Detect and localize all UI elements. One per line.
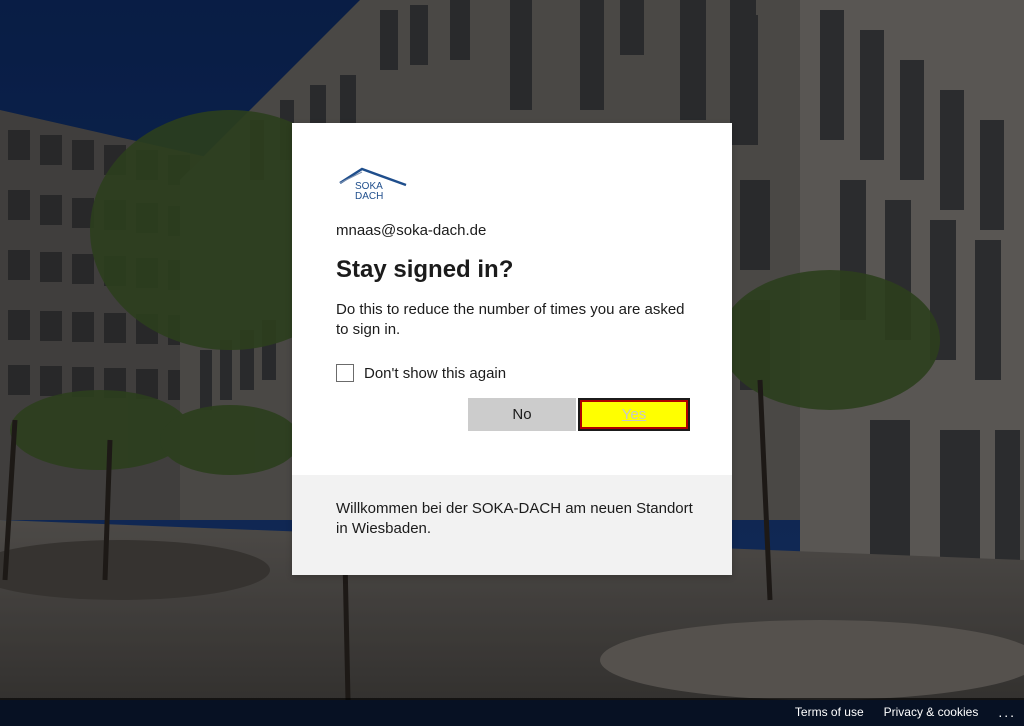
dont-show-again-label[interactable]: Don't show this again bbox=[364, 365, 506, 382]
privacy-cookies-link[interactable]: Privacy & cookies bbox=[884, 705, 979, 719]
yes-button[interactable]: Yes bbox=[578, 398, 690, 431]
terms-of-use-link[interactable]: Terms of use bbox=[795, 705, 864, 719]
bottom-links: Terms of use Privacy & cookies ... bbox=[795, 698, 1024, 726]
soka-dach-logo: SOKA DACH bbox=[338, 167, 410, 203]
no-button[interactable]: No bbox=[468, 398, 576, 431]
more-options-icon[interactable]: ... bbox=[998, 698, 1016, 726]
sign-in-dialog: SOKA DACH mnaas@soka-dach.de Stay signed… bbox=[292, 123, 732, 575]
dialog-title: Stay signed in? bbox=[336, 256, 514, 283]
account-email: mnaas@soka-dach.de bbox=[336, 222, 487, 239]
bottom-bar: Terms of use Privacy & cookies ... bbox=[0, 698, 1024, 726]
dialog-footer: Willkommen bei der SOKA-DACH am neuen St… bbox=[292, 475, 732, 575]
dialog-description: Do this to reduce the number of times yo… bbox=[336, 301, 685, 338]
dialog-body: SOKA DACH mnaas@soka-dach.de Stay signed… bbox=[292, 123, 732, 475]
logo-line2: DACH bbox=[355, 191, 383, 202]
welcome-message: Willkommen bei der SOKA-DACH am neuen St… bbox=[336, 500, 693, 537]
dont-show-again-checkbox[interactable] bbox=[336, 364, 354, 382]
dont-show-again-option[interactable]: Don't show this again bbox=[336, 362, 506, 384]
